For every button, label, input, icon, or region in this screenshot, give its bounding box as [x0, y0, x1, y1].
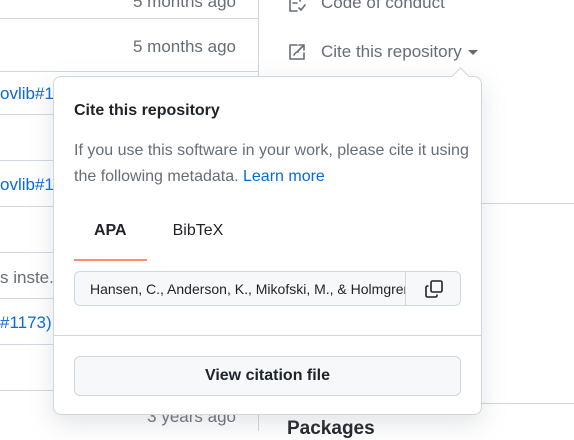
citation-field[interactable] [75, 272, 405, 305]
commit-message: s inste... [0, 268, 54, 287]
popover-arrow [451, 67, 470, 86]
commit-timestamp: 5 months ago [132, 37, 236, 56]
code-of-conduct-label: Code of conduct [321, 0, 445, 12]
sidebar-divider [482, 203, 574, 204]
copy-icon [424, 279, 443, 298]
tab-apa[interactable]: APA [74, 221, 147, 261]
citation-box [74, 271, 461, 306]
commit-timestamp: 5 months ago [132, 0, 236, 11]
quote-icon [289, 44, 305, 60]
row-divider [0, 71, 258, 72]
row-divider [0, 18, 258, 19]
commit-link[interactable]: #1173) [0, 313, 54, 333]
citation-format-tabs: APA BibTeX [74, 221, 243, 261]
cite-popover: Cite this repository If you use this sof… [53, 67, 482, 415]
popover-title: Cite this repository [74, 102, 220, 119]
code-of-conduct-link[interactable]: Code of conduct [287, 0, 445, 13]
popover-divider [54, 335, 481, 336]
code-of-conduct-icon [289, 0, 306, 12]
popover-description: If you use this software in your work, p… [74, 138, 469, 190]
chevron-down-icon [467, 49, 478, 55]
packages-heading: Packages [287, 418, 375, 439]
tab-bibtex[interactable]: BibTeX [153, 221, 244, 261]
cite-repository-label: Cite this repository [321, 42, 462, 61]
sidebar-divider [482, 403, 574, 404]
learn-more-link[interactable]: Learn more [243, 168, 325, 185]
commit-link[interactable]: ovlib#13 [0, 84, 54, 104]
view-citation-file-button[interactable]: View citation file [74, 356, 461, 396]
cite-repository-button[interactable]: Cite this repository [287, 42, 478, 62]
commit-link[interactable]: ovlib#13 [0, 175, 54, 195]
copy-button[interactable] [405, 272, 460, 305]
